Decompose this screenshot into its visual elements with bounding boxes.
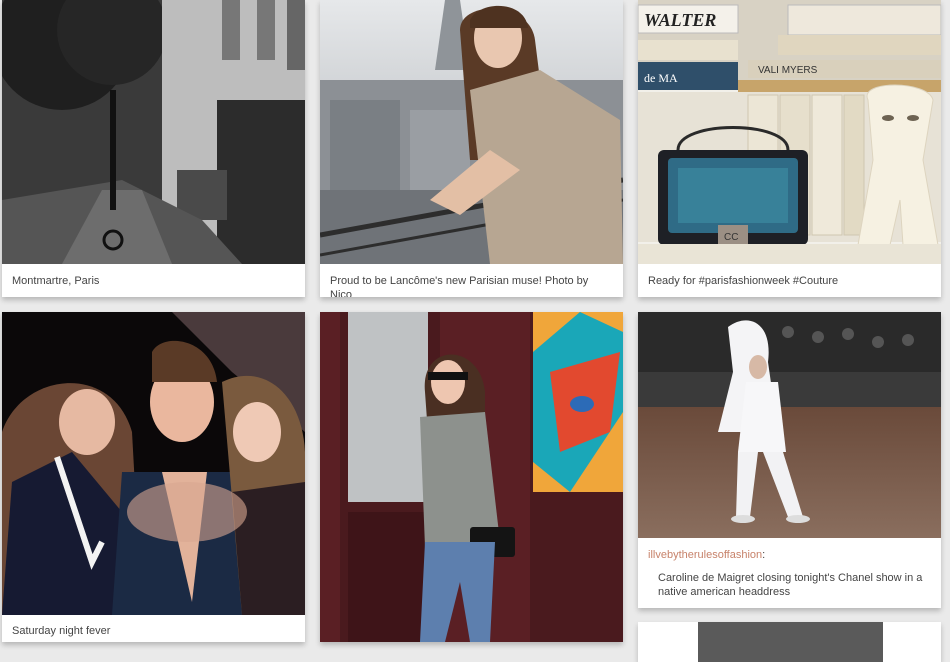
photo-street-walk[interactable] bbox=[320, 312, 623, 642]
source-colon: : bbox=[762, 549, 766, 561]
post-caption: Saturday night fever bbox=[12, 625, 111, 637]
photo-chanel-bag[interactable]: WALTER de MA VALI MYERS CC bbox=[638, 0, 941, 264]
book-title: de MA bbox=[644, 71, 678, 85]
bag-logo: CC bbox=[724, 232, 738, 243]
photo-chanel-show[interactable] bbox=[638, 312, 941, 538]
post-card[interactable]: Proud to be Lancôme's new Parisian muse!… bbox=[320, 0, 623, 297]
post-caption: Montmartre, Paris bbox=[12, 275, 100, 287]
post-card[interactable] bbox=[320, 312, 623, 642]
post-caption: Ready for #parisfashionweek #Couture bbox=[648, 275, 839, 287]
photo-saturday-night[interactable] bbox=[2, 312, 305, 615]
post-caption: Proud to be Lancôme's new Parisian muse!… bbox=[330, 275, 589, 297]
photo-lancome-muse[interactable] bbox=[320, 0, 623, 264]
post-card[interactable]: illvebytherulesoffashion: Caroline de Ma… bbox=[638, 312, 941, 608]
post-source[interactable]: illvebytherulesoffashion: bbox=[648, 548, 931, 562]
post-caption: Caroline de Maigret closing tonight's Ch… bbox=[658, 572, 923, 598]
photo-montmartre[interactable] bbox=[2, 0, 305, 264]
photo-partial[interactable] bbox=[638, 622, 941, 662]
post-card[interactable]: Saturday night fever bbox=[2, 312, 305, 642]
post-card[interactable] bbox=[638, 622, 941, 662]
source-link[interactable]: illvebytherulesoffashion bbox=[648, 549, 762, 561]
post-card[interactable]: WALTER de MA VALI MYERS CC Ready for #pa… bbox=[638, 0, 941, 297]
book-title: VALI MYERS bbox=[758, 65, 818, 76]
book-title: WALTER bbox=[644, 10, 716, 30]
post-card[interactable]: Montmartre, Paris bbox=[2, 0, 305, 297]
